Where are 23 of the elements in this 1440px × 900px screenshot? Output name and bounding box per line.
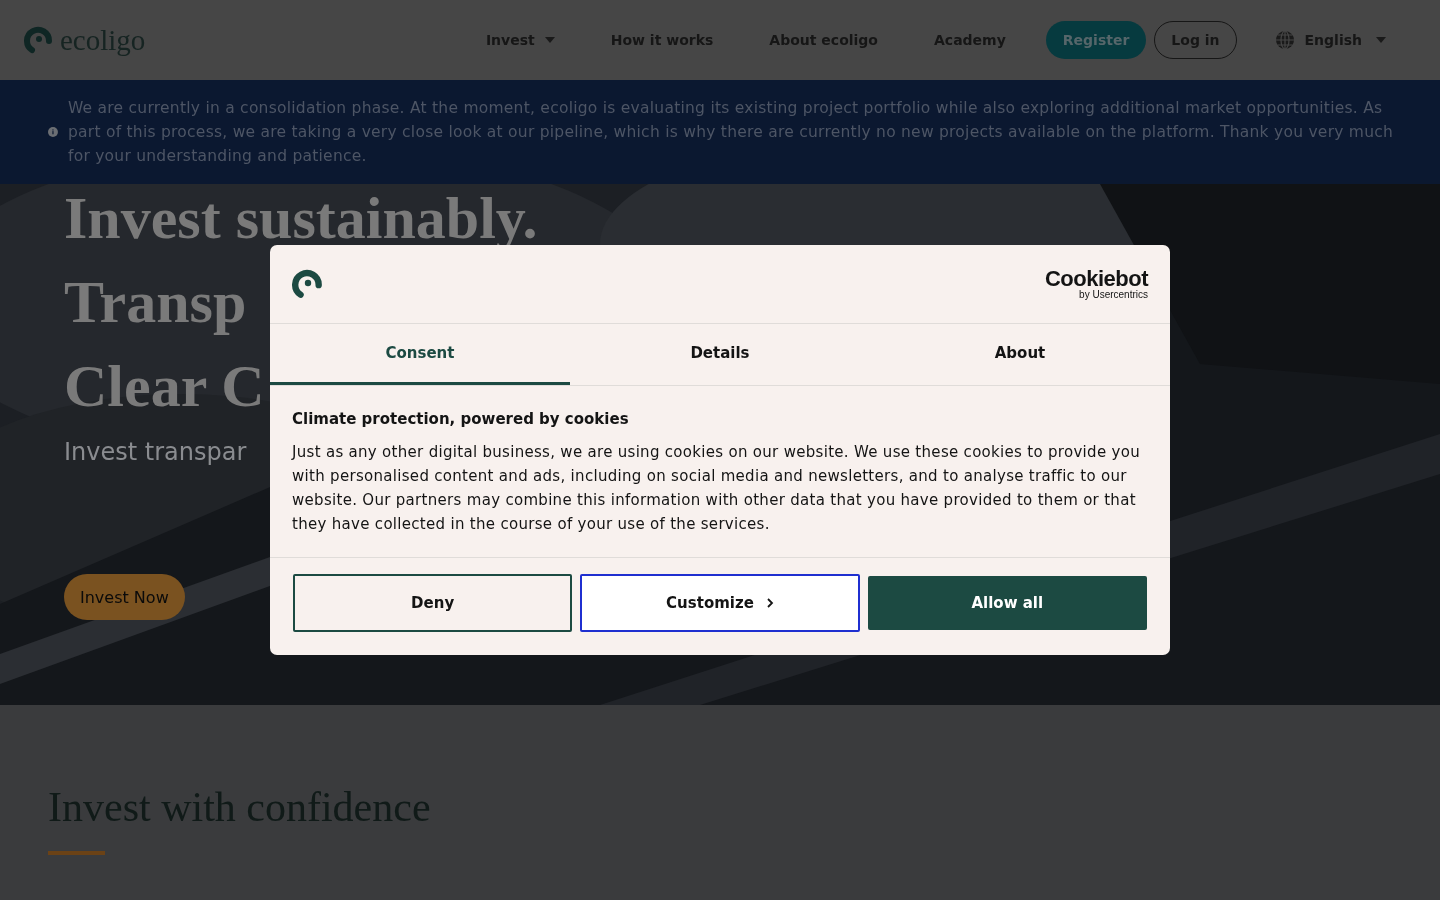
- dialog-tab[interactable]: About: [870, 324, 1170, 385]
- dialog-text: Just as any other digital business, we are using cookies on our website. We use these cookies to provide you with personalised content and ads, including on social media and newsletters, and to analyse traffic to our website. Our partners may combine this information with other data that you have provided to them or that they have collected in the course of your use of the services.: [292, 442, 1141, 535]
- caret-icon: [1376, 37, 1386, 43]
- logo-icon: [24, 25, 54, 55]
- chevron-icon: [765, 597, 774, 609]
- invest-now-button[interactable]: Invest Now: [64, 574, 185, 620]
- hero-headline: Transp: [64, 268, 247, 337]
- dialog-tab[interactable]: Consent: [270, 324, 570, 385]
- register-button[interactable]: Register: [1045, 21, 1147, 59]
- globe-icon: [1274, 30, 1295, 50]
- customize-button[interactable]: Customize: [580, 574, 860, 632]
- dialog-tab[interactable]: Details: [570, 324, 870, 385]
- brand-logo-text: Cookiebot: [1044, 268, 1148, 290]
- hero-subtitle: Invest transpar: [64, 438, 247, 466]
- notice-text: We are currently in a consolidation phase. At the moment, ecoligo is evaluating its existing project portfolio while also exploring additional market opportunities. As part of this process, we are taking a very close look at our pipeline, which is why there are currently no new projects available on the platform. Thank you very much for your understanding and patience.: [67, 98, 1395, 167]
- hero-headline: Clear C: [64, 352, 265, 421]
- dialog-heading: Climate protection, powered by cookies: [292, 410, 630, 428]
- hero-headline: Invest sustainably.: [64, 184, 538, 253]
- caret-icon: [544, 37, 555, 43]
- deny-button[interactable]: Deny: [293, 574, 573, 632]
- brand-tagline: by Usercentrics: [1079, 290, 1148, 300]
- allow-all-button[interactable]: Allow all: [867, 576, 1147, 630]
- logo-icon: [292, 268, 324, 300]
